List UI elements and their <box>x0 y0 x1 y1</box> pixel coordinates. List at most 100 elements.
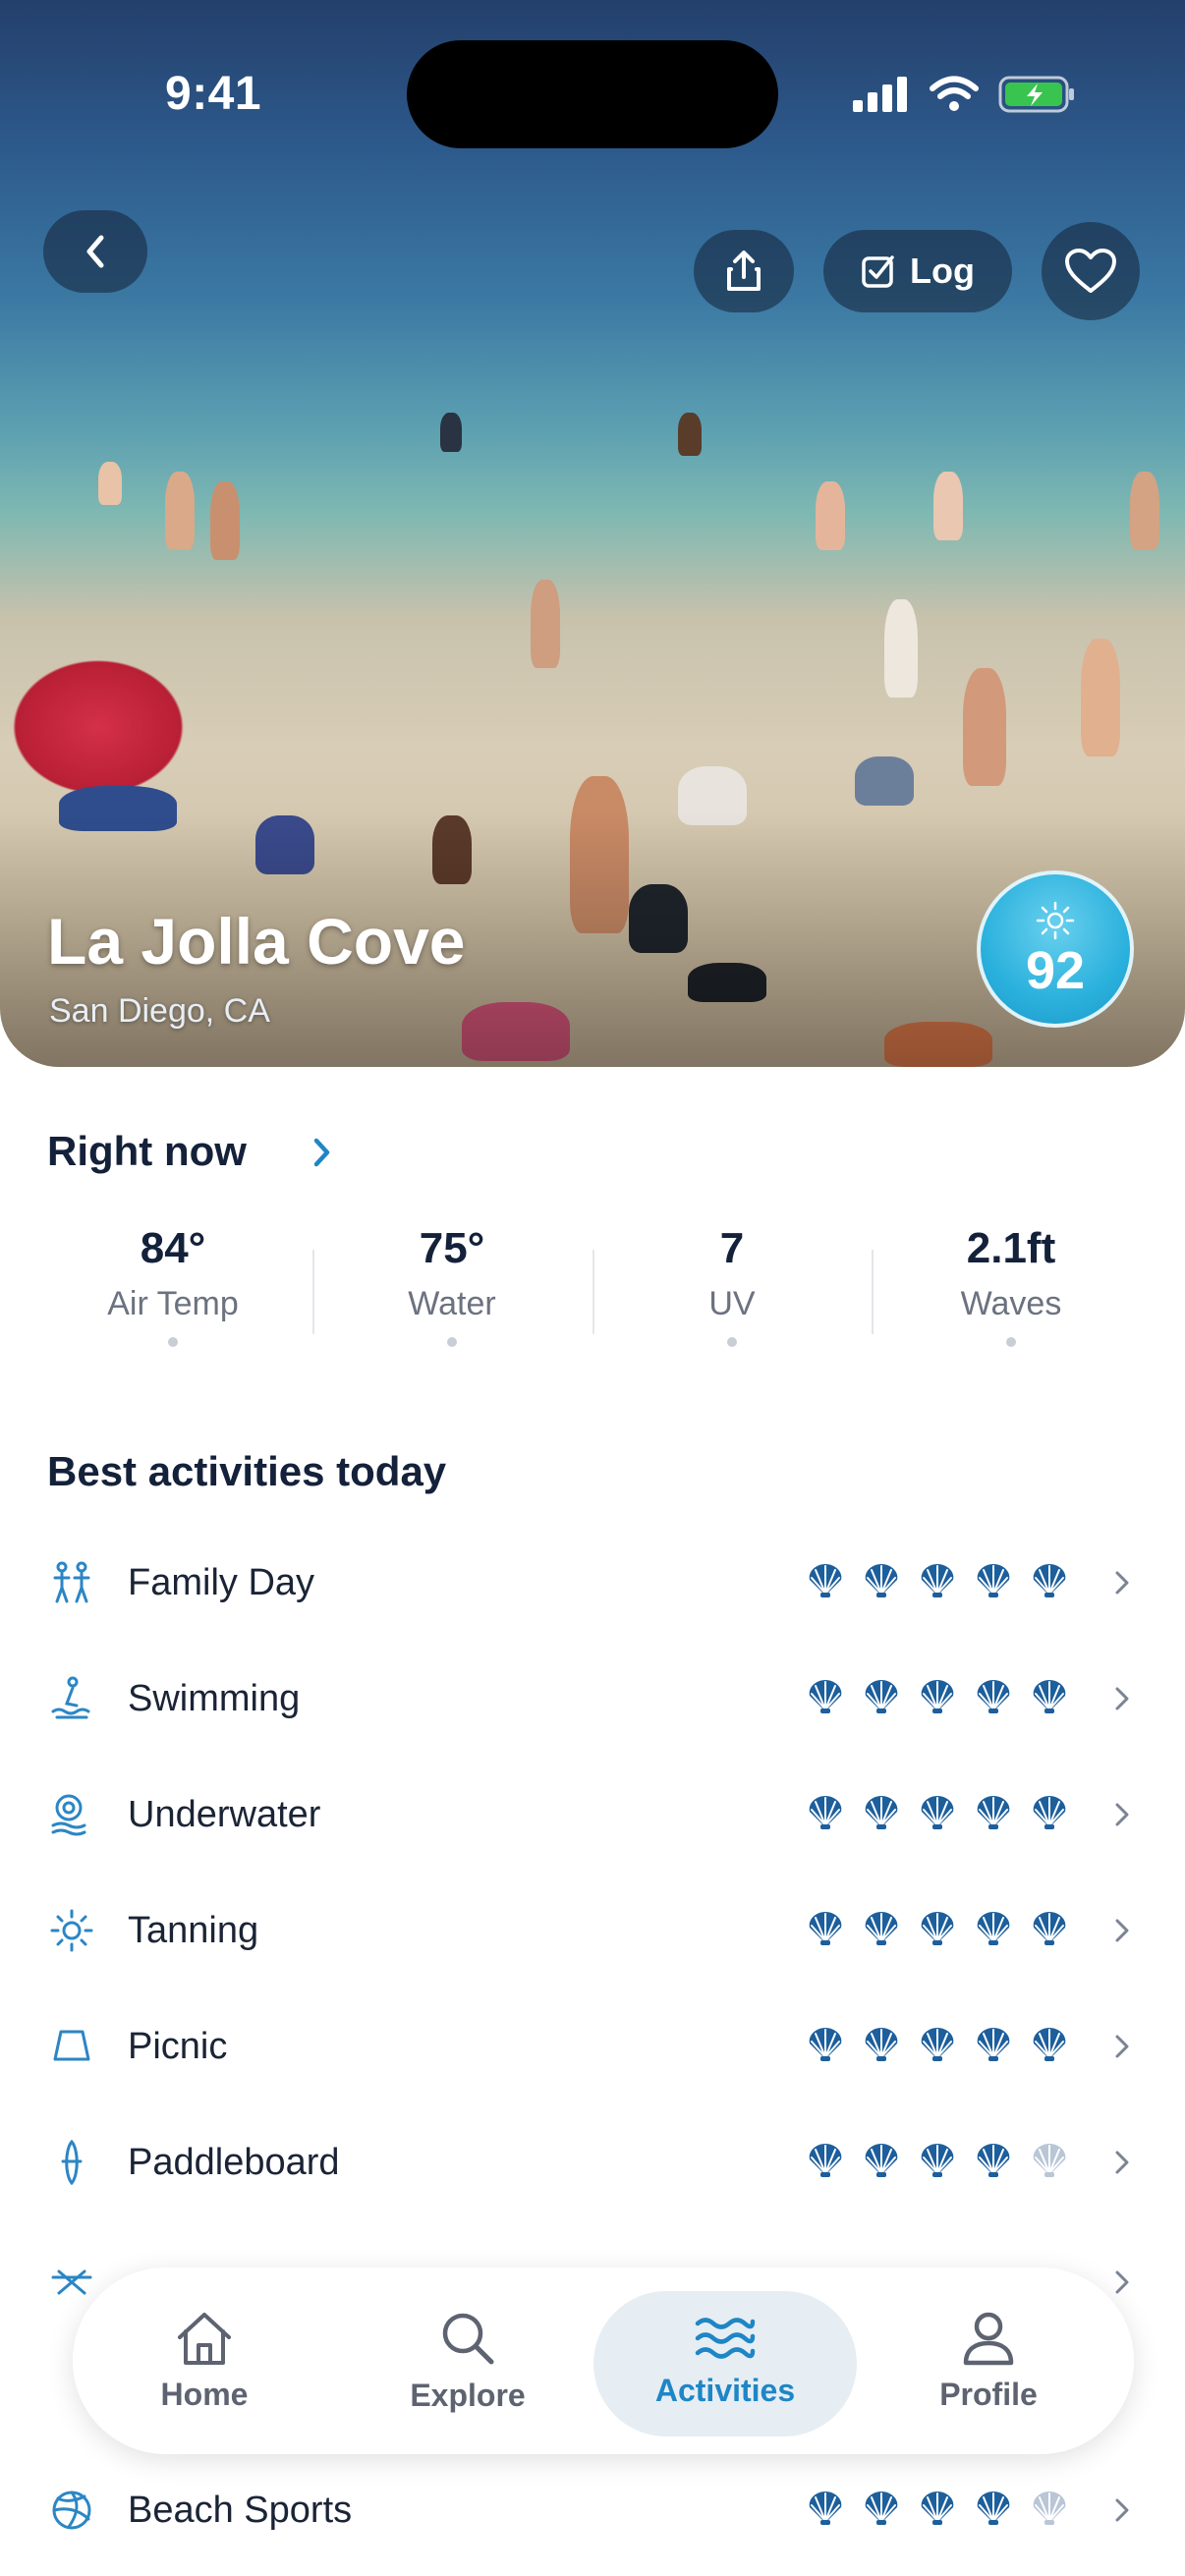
activity-label: Underwater <box>128 1794 321 1835</box>
stat-label: Water <box>408 1285 496 1322</box>
shell-empty-icon <box>1033 2492 1066 2525</box>
chevron-right-icon[interactable] <box>307 1136 336 1169</box>
stat-divider <box>872 1250 874 1334</box>
activity-label: Paddleboard <box>128 2142 340 2183</box>
activity-row-swimming[interactable]: Swimming <box>0 1649 1185 1757</box>
tab-home[interactable]: Home <box>73 2268 336 2454</box>
checkbox-edit-icon <box>862 255 894 288</box>
chevron-right-icon <box>1115 1919 1129 1942</box>
activity-row-paddleboard[interactable]: Paddleboard <box>0 2112 1185 2220</box>
chevron-left-icon <box>86 235 104 268</box>
shell-filled-icon <box>865 1564 898 1597</box>
stat-air-temp[interactable]: 84° Air Temp <box>33 1224 312 1347</box>
activity-row-picnic[interactable]: Picnic <box>0 1996 1185 2104</box>
share-icon <box>727 251 761 291</box>
waves-icon <box>695 2317 756 2359</box>
right-now-title[interactable]: Right now <box>47 1128 247 1175</box>
tab-profile[interactable]: Profile <box>857 2268 1120 2454</box>
activity-label: Swimming <box>128 1678 301 1719</box>
chevron-right-icon <box>1115 2035 1129 2058</box>
page-dot <box>168 1337 178 1347</box>
shell-filled-icon <box>865 2492 898 2525</box>
shell-filled-icon <box>977 2492 1010 2525</box>
shell-filled-icon <box>921 1564 954 1597</box>
shell-filled-icon <box>921 1912 954 1945</box>
shell-filled-icon <box>977 1680 1010 1713</box>
picnic-icon <box>53 2030 90 2061</box>
beach-score-badge[interactable]: 92 <box>977 870 1134 1028</box>
page-dot <box>1006 1337 1016 1347</box>
shell-rating <box>804 2024 1071 2063</box>
shell-filled-icon <box>1033 1564 1066 1597</box>
shell-filled-icon <box>809 1912 842 1945</box>
stat-divider <box>312 1250 314 1334</box>
profile-icon <box>963 2312 1014 2365</box>
shell-filled-icon <box>809 1680 842 1713</box>
wifi-icon <box>930 76 979 111</box>
activity-label: Beach Sports <box>128 2490 353 2531</box>
shell-filled-icon <box>921 2028 954 2061</box>
tab-label: Activities <box>654 2372 796 2408</box>
share-button[interactable] <box>694 230 794 312</box>
sun-icon <box>1036 901 1075 940</box>
chevron-right-icon <box>1115 2498 1129 2522</box>
shell-filled-icon <box>921 2144 954 2177</box>
shell-filled-icon <box>977 2028 1010 2061</box>
back-button[interactable] <box>43 210 147 293</box>
tab-bar: Home Explore Activities Profile <box>73 2268 1134 2454</box>
log-button[interactable]: Log <box>823 230 1012 312</box>
tab-explore[interactable]: Explore <box>336 2268 599 2454</box>
tab-label: Profile <box>939 2376 1038 2412</box>
shell-filled-icon <box>977 1796 1010 1829</box>
shell-filled-icon <box>865 1912 898 1945</box>
tab-activities[interactable]: Activities <box>593 2268 857 2454</box>
activity-row-family-day[interactable]: Family Day <box>0 1533 1185 1641</box>
home-icon <box>178 2312 231 2365</box>
shell-filled-icon <box>977 2144 1010 2177</box>
shell-rating <box>804 1560 1071 1599</box>
stat-uv[interactable]: 7 UV <box>592 1224 872 1347</box>
activity-label: Tanning <box>128 1910 259 1951</box>
place-name: La Jolla Cove <box>47 905 466 978</box>
stat-value: 84° <box>140 1224 206 1272</box>
stat-value: 7 <box>719 1224 745 1272</box>
shell-filled-icon <box>809 2492 842 2525</box>
shell-filled-icon <box>977 1564 1010 1597</box>
page-dot <box>447 1337 457 1347</box>
shell-rating <box>804 1908 1071 1947</box>
volleyball-icon <box>52 2491 91 2530</box>
shell-empty-icon <box>1033 2144 1066 2177</box>
stat-water[interactable]: 75° Water <box>312 1224 592 1347</box>
activity-label: Picnic <box>128 2026 228 2067</box>
stat-divider <box>592 1250 594 1334</box>
shell-filled-icon <box>977 1912 1010 1945</box>
stat-label: UV <box>708 1285 756 1322</box>
stat-waves[interactable]: 2.1ft Waves <box>872 1224 1151 1347</box>
stat-value: 2.1ft <box>966 1224 1056 1272</box>
chevron-right-icon <box>1115 1803 1129 1826</box>
stat-label: Waves <box>960 1285 1062 1322</box>
battery-charging-icon <box>998 76 1074 113</box>
shell-filled-icon <box>809 1796 842 1829</box>
favorite-button[interactable] <box>1042 222 1140 320</box>
shell-rating <box>804 1676 1071 1715</box>
shell-rating <box>804 2140 1071 2179</box>
best-activities-title: Best activities today <box>47 1448 447 1494</box>
shell-filled-icon <box>921 1680 954 1713</box>
sun-icon <box>50 1909 93 1952</box>
search-icon <box>442 2313 494 2364</box>
swimming-icon <box>51 1676 90 1719</box>
shell-filled-icon <box>1033 1796 1066 1829</box>
activity-row-tanning[interactable]: Tanning <box>0 1880 1185 1988</box>
activity-label: Family Day <box>128 1562 315 1603</box>
page-dot <box>727 1337 737 1347</box>
activity-row-underwater[interactable]: Underwater <box>0 1764 1185 1873</box>
status-time: 9:41 <box>165 68 262 120</box>
activity-row-beach-sports[interactable]: Beach Sports <box>0 2460 1185 2568</box>
status-icons <box>853 75 1077 114</box>
place-location: San Diego, CA <box>49 992 270 1030</box>
heart-icon <box>1065 249 1116 293</box>
tab-label: Home <box>160 2376 249 2412</box>
stat-value: 75° <box>419 1224 485 1272</box>
shell-filled-icon <box>865 2144 898 2177</box>
